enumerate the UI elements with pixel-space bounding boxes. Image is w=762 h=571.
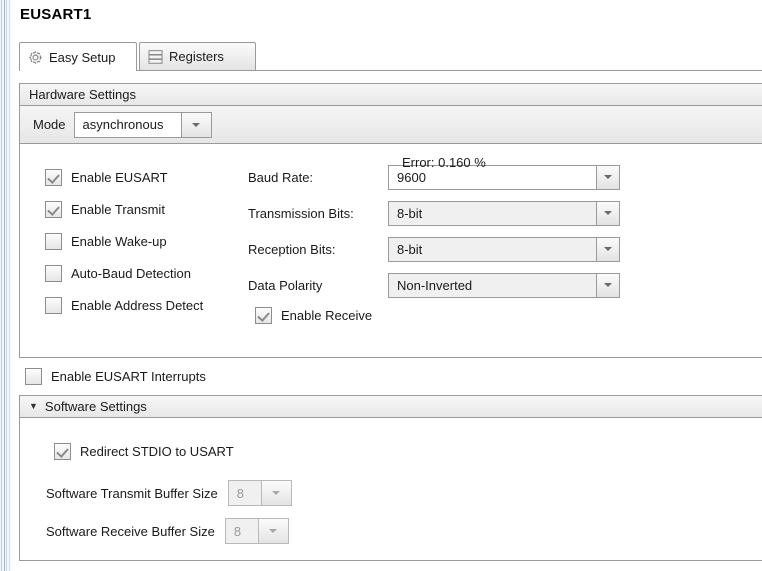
registers-icon bbox=[148, 49, 163, 64]
checkbox-enable-receive-label: Enable Receive bbox=[281, 308, 373, 323]
chevron-down-icon bbox=[269, 529, 278, 533]
tab-strip: Easy Setup Registers bbox=[19, 42, 762, 71]
checkbox-enable-eusart-label: Enable EUSART bbox=[71, 169, 168, 185]
gear-icon bbox=[28, 50, 43, 65]
checkbox-enable-address-detect[interactable] bbox=[45, 296, 62, 314]
chevron-down-icon bbox=[604, 175, 612, 179]
chevron-down-icon bbox=[604, 283, 612, 287]
collapse-triangle-icon[interactable]: ▼ bbox=[29, 402, 38, 411]
chevron-down-icon bbox=[272, 491, 281, 495]
hardware-checkbox-column: Enable EUSART Enable Transmit Enable Wak… bbox=[45, 161, 203, 321]
software-receive-buffer-combobox[interactable]: 8 bbox=[224, 518, 289, 544]
page-title: EUSART1 bbox=[20, 6, 92, 23]
checkbox-row-enable-wakeup[interactable]: Enable Wake-up bbox=[45, 225, 203, 257]
mode-combobox-value[interactable]: asynchronous bbox=[73, 111, 182, 138]
edge-line-1 bbox=[1, 0, 2, 571]
software-transmit-buffer-label: Software Transmit Buffer Size bbox=[46, 485, 218, 501]
checkbox-enable-eusart-interrupts-label: Enable EUSART Interrupts bbox=[51, 369, 206, 384]
baud-rate-label: Baud Rate: bbox=[248, 169, 314, 185]
checkbox-auto-baud-detection[interactable] bbox=[45, 264, 62, 282]
software-receive-buffer-row: Software Receive Buffer Size 8 bbox=[46, 518, 289, 544]
checkbox-row-auto-baud-detection[interactable]: Auto-Baud Detection bbox=[45, 257, 203, 289]
transmission-bits-combobox[interactable]: 8-bit bbox=[388, 200, 620, 226]
data-polarity-value[interactable]: Non-Inverted bbox=[389, 274, 596, 297]
software-settings-title: Software Settings bbox=[44, 399, 147, 414]
checkbox-enable-address-detect-label: Enable Address Detect bbox=[71, 297, 204, 313]
mode-combobox-arrow-button[interactable] bbox=[181, 111, 212, 138]
hardware-settings-header: Hardware Settings bbox=[20, 84, 762, 106]
checkbox-row-enable-eusart[interactable]: Enable EUSART bbox=[45, 161, 203, 193]
tab-easy-setup[interactable]: Easy Setup bbox=[19, 42, 137, 71]
field-row-reception-bits: Reception Bits: 8-bit bbox=[248, 231, 620, 267]
software-settings-header[interactable]: ▼ Software Settings bbox=[20, 396, 762, 418]
software-transmit-buffer-row: Software Transmit Buffer Size 8 bbox=[46, 480, 292, 506]
checkbox-enable-transmit-label: Enable Transmit bbox=[71, 201, 165, 217]
reception-bits-arrow-button[interactable] bbox=[596, 237, 619, 261]
software-transmit-buffer-arrow-button[interactable] bbox=[261, 480, 292, 506]
hardware-settings-title: Hardware Settings bbox=[29, 87, 136, 102]
mode-combobox[interactable]: asynchronous bbox=[73, 111, 212, 138]
field-row-transmission-bits: Transmission Bits: 8-bit bbox=[248, 195, 620, 231]
checkbox-row-enable-eusart-interrupts[interactable]: Enable EUSART Interrupts bbox=[25, 368, 206, 385]
panel-splitter[interactable] bbox=[9, 0, 10, 571]
main-content-area: EUSART1 Easy Setup Registers Hardware Se… bbox=[11, 0, 762, 571]
reception-bits-label: Reception Bits: bbox=[248, 241, 336, 257]
software-settings-group: ▼ Software Settings Redirect STDIO to US… bbox=[19, 395, 762, 561]
chevron-down-icon bbox=[192, 122, 201, 127]
chevron-down-icon bbox=[604, 211, 612, 215]
data-polarity-combobox[interactable]: Non-Inverted bbox=[388, 272, 620, 298]
software-receive-buffer-label: Software Receive Buffer Size bbox=[46, 523, 215, 539]
field-row-data-polarity: Data Polarity Non-Inverted bbox=[248, 267, 620, 303]
tab-registers[interactable]: Registers bbox=[139, 42, 256, 70]
checkbox-enable-transmit[interactable] bbox=[45, 200, 62, 218]
window-left-edge bbox=[0, 0, 11, 571]
checkbox-row-enable-receive[interactable]: Enable Receive bbox=[255, 307, 620, 324]
transmission-bits-label: Transmission Bits: bbox=[248, 205, 354, 221]
baud-rate-arrow-button[interactable] bbox=[596, 165, 619, 189]
checkbox-auto-baud-detection-label: Auto-Baud Detection bbox=[71, 265, 191, 281]
checkbox-enable-receive[interactable] bbox=[255, 307, 272, 324]
checkbox-row-enable-transmit[interactable]: Enable Transmit bbox=[45, 193, 203, 225]
data-polarity-label: Data Polarity bbox=[248, 277, 323, 293]
reception-bits-combobox[interactable]: 8-bit bbox=[388, 236, 620, 262]
software-receive-buffer-arrow-button[interactable] bbox=[258, 518, 289, 544]
reception-bits-value[interactable]: 8-bit bbox=[389, 238, 596, 261]
checkbox-enable-wakeup[interactable] bbox=[45, 232, 62, 250]
edge-line-3 bbox=[6, 0, 7, 571]
checkbox-enable-wakeup-label: Enable Wake-up bbox=[71, 233, 167, 249]
edge-line-2 bbox=[4, 0, 5, 571]
checkbox-redirect-stdio[interactable] bbox=[54, 443, 71, 460]
tab-registers-label: Registers bbox=[169, 49, 224, 64]
checkbox-enable-eusart-interrupts[interactable] bbox=[25, 368, 42, 385]
transmission-bits-value[interactable]: 8-bit bbox=[389, 202, 596, 225]
software-transmit-buffer-value[interactable]: 8 bbox=[227, 480, 262, 506]
checkbox-redirect-stdio-label: Redirect STDIO to USART bbox=[80, 444, 234, 459]
checkbox-row-redirect-stdio[interactable]: Redirect STDIO to USART bbox=[54, 443, 234, 460]
data-polarity-arrow-button[interactable] bbox=[596, 273, 619, 297]
checkbox-enable-eusart[interactable] bbox=[45, 168, 62, 186]
hardware-settings-body: Enable EUSART Enable Transmit Enable Wak… bbox=[20, 145, 762, 357]
software-receive-buffer-value[interactable]: 8 bbox=[224, 518, 259, 544]
chevron-down-icon bbox=[604, 247, 612, 251]
baud-rate-error-text: Error: 0.160 % bbox=[402, 155, 486, 170]
transmission-bits-arrow-button[interactable] bbox=[596, 201, 619, 225]
software-transmit-buffer-combobox[interactable]: 8 bbox=[227, 480, 292, 506]
checkbox-row-enable-address-detect[interactable]: Enable Address Detect bbox=[45, 289, 203, 321]
hardware-settings-group: Hardware Settings Mode asynchronous Enab… bbox=[19, 83, 762, 358]
software-settings-body: Redirect STDIO to USART Software Transmi… bbox=[20, 419, 762, 560]
hardware-field-column: Baud Rate: 9600 Transmission Bits: 8-bit bbox=[248, 159, 620, 324]
mode-row: Mode asynchronous bbox=[20, 106, 762, 144]
mode-label: Mode bbox=[33, 117, 66, 132]
tab-easy-setup-label: Easy Setup bbox=[49, 49, 116, 65]
